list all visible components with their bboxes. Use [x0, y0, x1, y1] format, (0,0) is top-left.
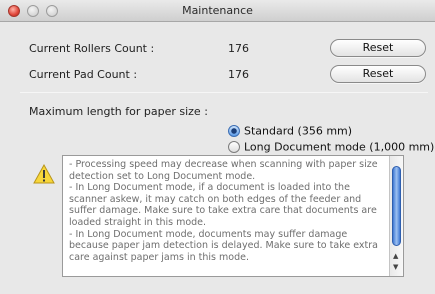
notes-textarea[interactable]: - Processing speed may decrease when sca…	[62, 155, 404, 277]
reset-pad-button[interactable]: Reset	[330, 65, 426, 83]
scroll-down-arrow-icon[interactable]: ▼	[393, 263, 398, 271]
section-divider	[20, 92, 428, 93]
maintenance-window: Maintenance Current Rollers Count : 176 …	[0, 0, 435, 294]
title-bar: Maintenance	[0, 0, 435, 22]
note-line: - In Long Document mode, if a document i…	[69, 182, 377, 228]
rollers-count-value: 176	[228, 42, 249, 55]
radio-standard-label: Standard (356 mm)	[244, 124, 353, 138]
scroll-up-arrow-icon[interactable]: ▲	[393, 252, 398, 260]
warning-triangle-icon	[33, 164, 55, 184]
window-title: Maintenance	[182, 4, 253, 17]
radio-long-document-icon[interactable]	[228, 141, 240, 153]
pad-count-value: 176	[228, 68, 249, 81]
note-line: - In Long Document mode, documents may s…	[69, 228, 378, 263]
pad-count-label: Current Pad Count :	[29, 68, 138, 81]
rollers-count-label: Current Rollers Count :	[29, 42, 155, 55]
paper-size-label: Maximum length for paper size :	[29, 105, 208, 118]
reset-rollers-button[interactable]: Reset	[330, 39, 426, 57]
radio-standard[interactable]: Standard (356 mm)	[228, 124, 352, 138]
radio-standard-selected-icon[interactable]	[228, 125, 240, 137]
radio-long-document-label: Long Document mode (1,000 mm)	[244, 140, 435, 154]
radio-long-document[interactable]: Long Document mode (1,000 mm)	[228, 140, 434, 154]
note-line: - Processing speed may decrease when sca…	[69, 159, 378, 182]
notes-scrollbar[interactable]: ▲ ▼	[389, 156, 403, 276]
scroll-thumb[interactable]	[392, 166, 401, 246]
